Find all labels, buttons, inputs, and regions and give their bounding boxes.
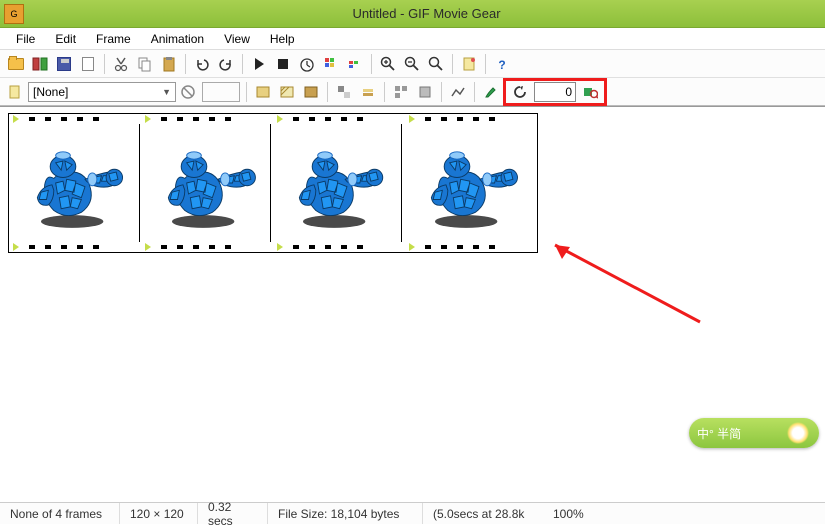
svg-text:?: ? — [498, 58, 505, 72]
tool-a-button[interactable] — [252, 81, 274, 103]
separator — [452, 54, 453, 74]
separator — [474, 82, 475, 102]
ime-indicator[interactable]: 中° 半简 — [689, 418, 819, 448]
cut-button[interactable] — [110, 53, 132, 75]
apply-loop-button[interactable] — [579, 81, 601, 103]
palette-button[interactable] — [320, 53, 342, 75]
tool-f-button[interactable] — [390, 81, 412, 103]
zoom-reset-button[interactable] — [425, 53, 447, 75]
palette-combo[interactable]: [None] ▼ — [28, 82, 176, 102]
highlighted-loop-controls — [503, 78, 607, 106]
workspace[interactable]: 中° 半简 — [0, 106, 825, 496]
tool-h-button[interactable] — [447, 81, 469, 103]
menu-edit[interactable]: Edit — [45, 30, 86, 48]
stop-button[interactable] — [272, 53, 294, 75]
separator — [485, 54, 486, 74]
menu-view[interactable]: View — [214, 30, 260, 48]
separator — [104, 54, 105, 74]
app-icon: G — [4, 4, 24, 24]
frame-props-button[interactable] — [5, 81, 27, 103]
title-bar: G Untitled - GIF Movie Gear — [0, 0, 825, 28]
play-button[interactable] — [248, 53, 270, 75]
status-zoom: 100% — [543, 503, 594, 524]
reduce-button[interactable] — [344, 53, 366, 75]
timing-button[interactable] — [296, 53, 318, 75]
frames-row — [9, 124, 537, 242]
new-button[interactable] — [77, 53, 99, 75]
transparency-button[interactable] — [177, 81, 199, 103]
brush-button[interactable] — [480, 81, 502, 103]
flower-icon — [785, 420, 811, 446]
zoom-in-button[interactable] — [377, 53, 399, 75]
status-filesize: File Size: 18,104 bytes — [268, 503, 423, 524]
separator — [371, 54, 372, 74]
help-button[interactable]: ? — [491, 53, 513, 75]
chevron-down-icon: ▼ — [162, 87, 171, 97]
color-swatch[interactable] — [202, 82, 240, 102]
combo-value: [None] — [33, 85, 68, 99]
sprocket-top — [9, 114, 537, 124]
ime-label: 中° 半简 — [697, 425, 741, 442]
separator — [327, 82, 328, 102]
secondary-toolbar: [None] ▼ — [0, 78, 825, 106]
tool-g-button[interactable] — [414, 81, 436, 103]
status-duration: 0.32 secs — [198, 503, 268, 524]
sprocket-bottom — [9, 242, 537, 252]
separator — [246, 82, 247, 102]
open-button[interactable] — [5, 53, 27, 75]
frame-thumbnail[interactable] — [9, 124, 140, 242]
status-dimensions: 120 × 120 — [120, 503, 198, 524]
frame-thumbnail[interactable] — [402, 124, 533, 242]
separator — [384, 82, 385, 102]
menu-bar: File Edit Frame Animation View Help — [0, 28, 825, 50]
status-rate: (5.0secs at 28.8k — [423, 503, 543, 524]
separator — [242, 54, 243, 74]
menu-animation[interactable]: Animation — [141, 30, 214, 48]
paste-button[interactable] — [158, 53, 180, 75]
menu-frame[interactable]: Frame — [86, 30, 141, 48]
annotation-arrow — [540, 237, 710, 327]
menu-file[interactable]: File — [6, 30, 45, 48]
tool-d-button[interactable] — [333, 81, 355, 103]
tool-e-button[interactable] — [357, 81, 379, 103]
loop-count-input[interactable] — [534, 82, 576, 102]
frame-thumbnail[interactable] — [271, 124, 402, 242]
separator — [185, 54, 186, 74]
copy-button[interactable] — [134, 53, 156, 75]
main-toolbar: ? — [0, 50, 825, 78]
status-frames: None of 4 frames — [0, 503, 120, 524]
frame-thumbnail[interactable] — [140, 124, 271, 242]
redo-button[interactable] — [215, 53, 237, 75]
properties-button[interactable] — [458, 53, 480, 75]
tool-c-button[interactable] — [300, 81, 322, 103]
window-title: Untitled - GIF Movie Gear — [28, 6, 825, 21]
separator — [441, 82, 442, 102]
undo-button[interactable] — [191, 53, 213, 75]
zoom-out-button[interactable] — [401, 53, 423, 75]
loop-button[interactable] — [509, 81, 531, 103]
status-bar: None of 4 frames 120 × 120 0.32 secs Fil… — [0, 502, 825, 524]
insert-frames-button[interactable] — [29, 53, 51, 75]
menu-help[interactable]: Help — [260, 30, 305, 48]
save-button[interactable] — [53, 53, 75, 75]
filmstrip — [8, 113, 538, 253]
tool-b-button[interactable] — [276, 81, 298, 103]
